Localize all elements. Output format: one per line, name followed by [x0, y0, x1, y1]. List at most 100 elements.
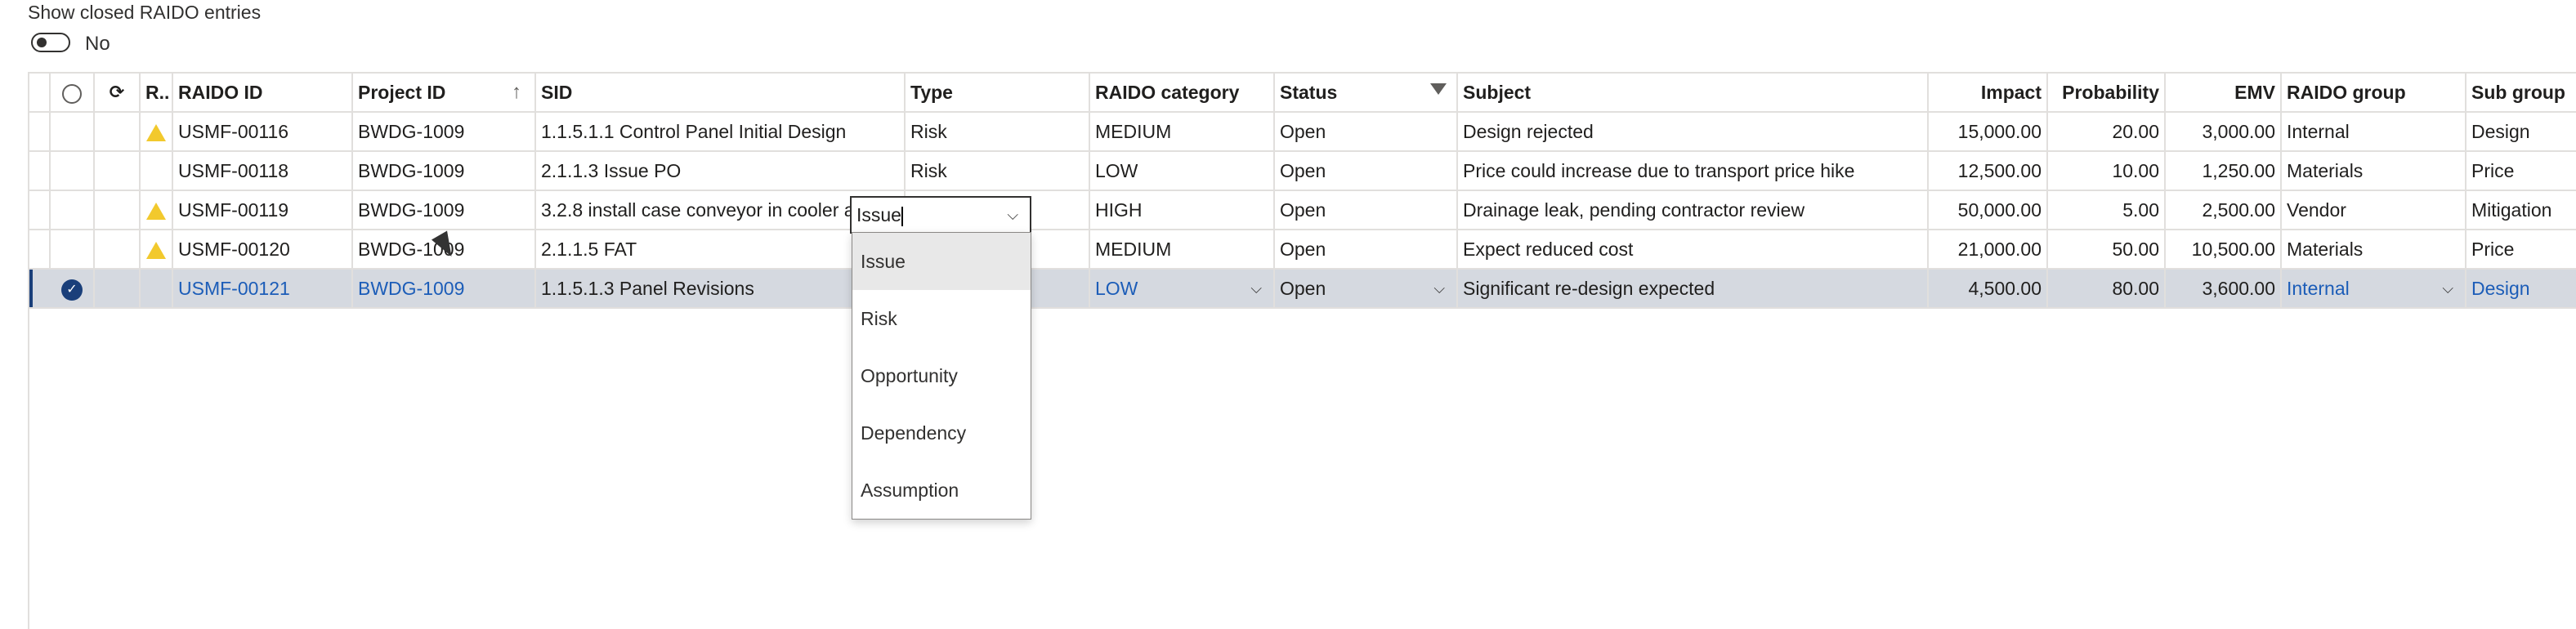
cell-probability[interactable]: 20.00 [2048, 113, 2166, 150]
cell-emv[interactable]: 10,500.00 [2166, 230, 2282, 268]
cell-sid-select[interactable]: 1.1.5.1.3 Panel Revisions⌵ [536, 270, 906, 307]
chevron-down-icon[interactable]: ⌵ [1250, 270, 1262, 307]
cell-sub-group[interactable]: Price [2466, 230, 2576, 268]
col-status-label: Status [1280, 82, 1338, 103]
cell-raido-id[interactable]: USMF-00119 [173, 191, 353, 229]
show-closed-toggle[interactable] [31, 33, 70, 52]
row-select[interactable] [51, 230, 95, 268]
cell-subject[interactable]: Price could increase due to transport pr… [1458, 152, 1929, 190]
refresh-icon[interactable]: ⟳ [95, 74, 141, 111]
cell-category[interactable]: LOW [1090, 152, 1275, 190]
cell-probability[interactable]: 50.00 [2048, 230, 2166, 268]
cell-category[interactable]: MEDIUM [1090, 113, 1275, 150]
dropdown-option-issue[interactable]: Issue [852, 233, 1031, 290]
cell-group[interactable]: Vendor [2282, 191, 2466, 229]
cell-emv[interactable]: 3,600.00 [2166, 270, 2282, 307]
row-select[interactable]: ✓ [51, 270, 95, 307]
col-impact[interactable]: Impact [1929, 74, 2048, 111]
cell-impact[interactable]: 12,500.00 [1929, 152, 2048, 190]
cell-probability[interactable]: 80.00 [2048, 270, 2166, 307]
cell-status[interactable]: Open [1275, 191, 1458, 229]
table-row[interactable]: USMF-00116 BWDG-1009 1.1.5.1.1 Control P… [29, 113, 2576, 152]
cell-impact[interactable]: 15,000.00 [1929, 113, 2048, 150]
col-type[interactable]: Type [906, 74, 1090, 111]
cell-impact[interactable]: 21,000.00 [1929, 230, 2048, 268]
cell-status-select[interactable]: Open ⌵ [1275, 270, 1458, 307]
filter-icon[interactable] [1430, 83, 1447, 95]
type-combo-input[interactable]: Issue ⌵ [850, 196, 1031, 234]
checkmark-icon[interactable]: ✓ [61, 279, 83, 301]
dropdown-option-opportunity[interactable]: Opportunity [852, 347, 1031, 404]
cell-category[interactable]: HIGH [1090, 191, 1275, 229]
cell-subject[interactable]: Significant re-design expected [1458, 270, 1929, 307]
warning-icon [141, 113, 173, 150]
cell-sub-group[interactable]: Price [2466, 152, 2576, 190]
col-raido-group[interactable]: RAIDO group [2282, 74, 2466, 111]
cell-category[interactable]: MEDIUM [1090, 230, 1275, 268]
cell-impact[interactable]: 50,000.00 [1929, 191, 2048, 229]
cell-probability[interactable]: 5.00 [2048, 191, 2166, 229]
row-select[interactable] [51, 191, 95, 229]
chevron-down-icon[interactable]: ⌵ [1007, 198, 1018, 232]
col-subject[interactable]: Subject [1458, 74, 1929, 111]
select-all-cell[interactable] [29, 74, 51, 111]
cell-sub-group[interactable]: Mitigation [2466, 191, 2576, 229]
cell-group[interactable]: Materials [2282, 230, 2466, 268]
table-row-selected[interactable]: ✓ USMF-00121 BWDG-1009 1.1.5.1.3 Panel R… [29, 270, 2576, 309]
cell-status[interactable]: Open [1275, 113, 1458, 150]
warning-triangle-icon [146, 242, 166, 260]
cell-raido-id[interactable]: USMF-00116 [173, 113, 353, 150]
col-probability[interactable]: Probability [2048, 74, 2166, 111]
cell-group[interactable]: Materials [2282, 152, 2466, 190]
col-status[interactable]: Status [1275, 74, 1458, 111]
cell-subject[interactable]: Design rejected [1458, 113, 1929, 150]
dropdown-option-assumption[interactable]: Assumption [852, 462, 1031, 519]
cell-type[interactable]: Risk [906, 113, 1090, 150]
cell-impact[interactable]: 4,500.00 [1929, 270, 2048, 307]
cell-project-id[interactable]: BWDG-1009 [353, 113, 536, 150]
cell-status[interactable]: Open [1275, 230, 1458, 268]
cell-project-id-link[interactable]: BWDG-1009 [353, 270, 536, 307]
table-row[interactable]: USMF-00118 BWDG-1009 2.1.1.3 Issue PO Ri… [29, 152, 2576, 191]
cell-sub-group[interactable]: Design [2466, 113, 2576, 150]
cell-sid[interactable]: 2.1.1.3 Issue PO [536, 152, 906, 190]
cell-sid[interactable]: 1.1.5.1.1 Control Panel Initial Design [536, 113, 906, 150]
cell-probability[interactable]: 10.00 [2048, 152, 2166, 190]
cell-category-select[interactable]: LOW ⌵ [1090, 270, 1275, 307]
cell-emv[interactable]: 1,250.00 [2166, 152, 2282, 190]
cell-group-select[interactable]: Internal ⌵ [2282, 270, 2466, 307]
select-all-checkbox[interactable] [51, 74, 95, 111]
cell-subject[interactable]: Drainage leak, pending contractor review [1458, 191, 1929, 229]
cell-sid[interactable]: 2.1.1.5 FAT [536, 230, 906, 268]
col-project-id[interactable]: Project ID ↑ [353, 74, 536, 111]
chevron-down-icon[interactable]: ⌵ [2442, 270, 2453, 307]
table-row[interactable]: USMF-00120 BWDG-1009 2.1.1.5 FAT Opportu… [29, 230, 2576, 270]
chevron-down-icon[interactable]: ⌵ [1433, 270, 1445, 307]
cell-raido-id[interactable]: USMF-00118 [173, 152, 353, 190]
cell-subject[interactable]: Expect reduced cost [1458, 230, 1929, 268]
cell-project-id[interactable]: BWDG-1009 [353, 191, 536, 229]
col-sid[interactable]: SID [536, 74, 906, 111]
row-select[interactable] [51, 152, 95, 190]
col-emv[interactable]: EMV [2166, 74, 2282, 111]
cell-raido-id-link[interactable]: USMF-00121 [173, 270, 353, 307]
select-all-circle-icon[interactable] [62, 83, 82, 104]
col-raido-id[interactable]: RAIDO ID [173, 74, 353, 111]
cell-type[interactable]: Risk [906, 152, 1090, 190]
cell-emv[interactable]: 3,000.00 [2166, 113, 2282, 150]
raido-grid: ⟳ R.. RAIDO ID Project ID ↑ SID Type RAID… [28, 72, 2576, 629]
dropdown-option-risk[interactable]: Risk [852, 290, 1031, 347]
cell-raido-id[interactable]: USMF-00120 [173, 230, 353, 268]
cell-group[interactable]: Internal [2282, 113, 2466, 150]
cell-status[interactable]: Open [1275, 152, 1458, 190]
row-blank [95, 230, 141, 268]
cell-project-id[interactable]: BWDG-1009 [353, 152, 536, 190]
row-select[interactable] [51, 113, 95, 150]
cell-emv[interactable]: 2,500.00 [2166, 191, 2282, 229]
col-sub-group[interactable]: Sub group [2466, 74, 2576, 111]
col-raido-short[interactable]: R.. [141, 74, 173, 111]
cell-sub-group-link[interactable]: Design [2466, 270, 2576, 307]
col-raido-category[interactable]: RAIDO category [1090, 74, 1275, 111]
dropdown-option-dependency[interactable]: Dependency [852, 404, 1031, 462]
table-row[interactable]: USMF-00119 BWDG-1009 3.2.8 install case … [29, 191, 2576, 230]
